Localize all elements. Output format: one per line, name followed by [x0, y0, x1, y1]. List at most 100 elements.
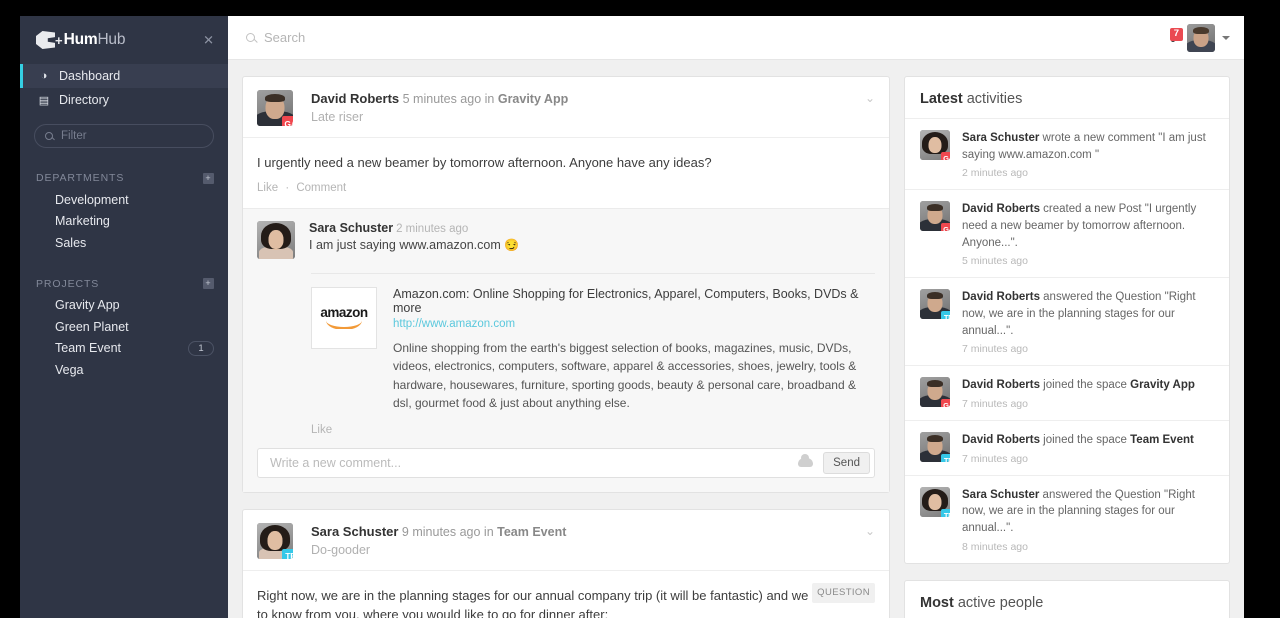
chevron-down-icon[interactable]: ⌄	[865, 525, 875, 537]
post-card: TE Sara Schuster 9 minutes ago in Team E…	[242, 508, 890, 618]
activity-time: 7 minutes ago	[962, 398, 1028, 411]
brand-name-light: Hub	[97, 31, 126, 48]
sidebar-item-development[interactable]: Development	[20, 189, 228, 211]
activity-body: Sara Schuster wrote a new comment "I am …	[962, 130, 1214, 179]
add-project-icon[interactable]: +	[203, 278, 214, 289]
sidebar-item-sales[interactable]: Sales	[20, 232, 228, 254]
post-space[interactable]: Gravity App	[498, 92, 568, 106]
activity-item[interactable]: GA David Roberts joined the space Gravit…	[905, 365, 1229, 420]
title-bold: Most	[920, 594, 954, 611]
group-title: DEPARTMENTS	[36, 172, 125, 184]
activity-actor: David Roberts	[962, 379, 1040, 392]
link-preview[interactable]: amazon Amazon.com: Online Shopping for E…	[311, 272, 875, 413]
activity-text: Sara Schuster answered the Question "Rig…	[962, 487, 1214, 537]
link-preview-title: Amazon.com: Online Shopping for Electron…	[393, 286, 859, 315]
activity-space: Team Event	[1130, 434, 1194, 447]
space-badge: TE	[941, 508, 950, 517]
post-header: TE Sara Schuster 9 minutes ago in Team E…	[243, 510, 889, 570]
sidebar-item-team-event[interactable]: Team Event 1	[20, 338, 228, 360]
post-header: GA David Roberts 5 minutes ago in Gravit…	[243, 77, 889, 137]
post-space[interactable]: Team Event	[497, 525, 566, 539]
comment-button[interactable]: Comment	[296, 182, 346, 194]
search-input[interactable]	[264, 30, 564, 45]
search-icon	[246, 33, 255, 42]
user-menu-button[interactable]	[1187, 23, 1230, 52]
amazon-wordmark: amazon	[320, 304, 368, 320]
smirk-emoji-icon: 😏	[504, 237, 520, 252]
activity-time: 7 minutes ago	[962, 452, 1028, 465]
space-dot-icon	[37, 238, 46, 247]
left-sidebar: + HumHub ✕ ◑ Dashboard ▤ Directory DEPAR…	[20, 16, 228, 618]
post-card: GA David Roberts 5 minutes ago in Gravit…	[242, 76, 890, 493]
comment-text: I am just saying www.amazon.com 😏	[309, 238, 875, 252]
activity-item[interactable]: TE Sara Schuster answered the Question "…	[905, 474, 1229, 563]
comment-input-row: Send	[257, 447, 875, 492]
space-badge: TE	[941, 454, 950, 463]
space-badge: GA	[941, 152, 950, 160]
group-title: PROJECTS	[36, 277, 100, 290]
activity-text: David Roberts joined the space Team Even…	[962, 432, 1214, 449]
space-badge: TE	[282, 548, 293, 559]
activity-text: David Roberts joined the space Gravity A…	[962, 377, 1214, 394]
activity-actor: David Roberts	[962, 203, 1040, 216]
sidebar-item-label: Directory	[59, 93, 110, 107]
post-byline: Sara Schuster 9 minutes ago in Team Even…	[311, 524, 566, 539]
comment-input[interactable]	[270, 455, 789, 470]
avatar: TE	[920, 432, 950, 463]
add-department-icon[interactable]: +	[203, 172, 214, 184]
post-author[interactable]: Sara Schuster	[311, 524, 398, 539]
activity-body: David Roberts answered the Question "Rig…	[962, 289, 1214, 355]
send-button[interactable]: Send	[823, 451, 870, 474]
space-dot-icon	[37, 195, 46, 204]
activity-actor: David Roberts	[962, 291, 1040, 304]
comment-like-button[interactable]: Like	[257, 413, 875, 448]
link-preview-url[interactable]: http://www.amazon.com	[393, 318, 875, 330]
activity-item[interactable]: GA David Roberts created a new Post "I u…	[905, 189, 1229, 277]
comments-section: Sara Schuster 2 minutes ago I am just say…	[243, 207, 889, 492]
department-list: Development Marketing Sales	[20, 189, 228, 254]
sidebar-item-dashboard[interactable]: ◑ Dashboard	[20, 64, 228, 88]
space-label: Sales	[55, 235, 87, 250]
filter-input[interactable]	[61, 130, 203, 142]
comment-author[interactable]: Sara Schuster	[309, 221, 393, 235]
space-label: Green Planet	[55, 319, 129, 334]
activity-space: Gravity App	[1130, 379, 1195, 392]
avatar[interactable]	[257, 220, 295, 259]
sidebar-item-green-planet[interactable]: Green Planet	[20, 316, 228, 338]
title-bold: Latest	[920, 91, 963, 107]
separator: ·	[285, 181, 290, 194]
activity-time: 2 minutes ago	[962, 167, 1028, 180]
activity-item[interactable]: TE David Roberts answered the Question "…	[905, 277, 1229, 365]
space-label: Team Event	[55, 341, 122, 356]
comment-input-box[interactable]: Send	[257, 447, 875, 478]
unread-badge: 1	[188, 340, 214, 356]
cloud-upload-icon[interactable]	[798, 454, 814, 468]
post-author[interactable]: David Roberts	[311, 91, 399, 106]
close-icon[interactable]: ✕	[203, 34, 214, 47]
avatar[interactable]: TE	[257, 522, 293, 559]
activity-item[interactable]: GA Sara Schuster wrote a new comment "I …	[905, 118, 1229, 189]
activity-text: David Roberts created a new Post "I urge…	[962, 201, 1214, 251]
avatar[interactable]: GA	[257, 90, 293, 126]
sidebar-item-vega[interactable]: Vega	[20, 359, 228, 381]
chevron-down-icon[interactable]: ⌄	[865, 92, 875, 104]
sidebar-item-marketing[interactable]: Marketing	[20, 211, 228, 233]
question-badge: QUESTION	[812, 582, 875, 604]
amazon-smile-icon	[325, 320, 362, 330]
post-author-subtitle: Do-gooder	[311, 542, 371, 557]
search-icon	[45, 132, 53, 140]
sidebar-item-gravity-app[interactable]: Gravity App	[20, 295, 228, 317]
like-button[interactable]: Like	[257, 182, 278, 194]
link-preview-description: Online shopping from the earth's biggest…	[393, 340, 857, 411]
sidebar-item-directory[interactable]: ▤ Directory	[20, 88, 228, 112]
top-bar-right: 7	[1159, 23, 1244, 52]
activity-feed: GA David Roberts 5 minutes ago in Gravit…	[242, 76, 890, 618]
filter-box[interactable]	[34, 124, 214, 148]
app-window: + HumHub ✕ ◑ Dashboard ▤ Directory DEPAR…	[20, 16, 1244, 618]
post-actions: Like · Comment	[243, 173, 889, 208]
primary-nav: ◑ Dashboard ▤ Directory	[20, 64, 228, 112]
activity-item[interactable]: TE David Roberts joined the space Team E…	[905, 420, 1229, 475]
comment-time: 2 minutes ago	[396, 222, 469, 235]
space-label: Vega	[55, 362, 84, 377]
chevron-down-icon	[1222, 35, 1230, 40]
